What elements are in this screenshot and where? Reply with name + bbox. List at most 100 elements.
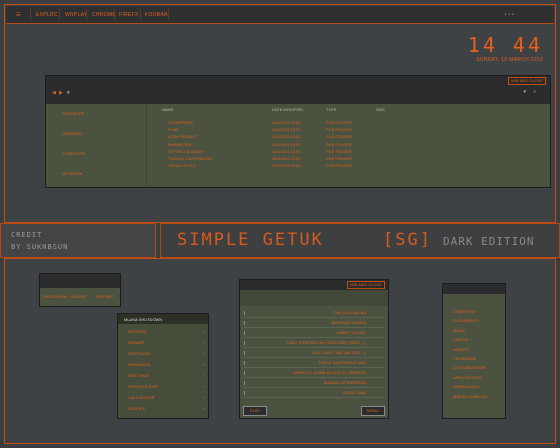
clock-date: SUNDAY, 10 MARCH 2013 <box>476 57 543 63</box>
start-menu-header: MLANA SHUTDOWN <box>118 314 208 324</box>
file-name[interactable]: SETTING BUILDER <box>168 149 204 154</box>
places-item[interactable]: COMPUTER <box>453 309 476 314</box>
places-item[interactable]: DOWNLOADS <box>453 384 479 389</box>
playlist-track[interactable]: ONLY POSITIVE ON YOUR SIDE (FEAT. ...) <box>287 340 366 345</box>
chevron-right-icon: › <box>202 362 204 367</box>
taskbar-item-explorer[interactable]: EXPLRC <box>36 12 58 18</box>
places-item[interactable]: DOCUMENTS <box>453 318 479 323</box>
power-window-titlebar <box>40 274 120 288</box>
restart-button[interactable]: RESTART <box>96 294 114 299</box>
file-type: FILE FOLDER <box>326 156 352 161</box>
file-type: FILE FOLDER <box>326 134 352 140</box>
nav-libraries[interactable]: LIBRARIES <box>62 131 83 136</box>
places-item[interactable]: VIDEOS <box>453 337 468 342</box>
file-date: 11/3/2013 12:51 <box>272 120 301 125</box>
track-marker-icon <box>244 331 245 335</box>
places-item[interactable]: MISCELLANEOUS <box>453 394 487 399</box>
playlist-track[interactable]: GOOD TIME <box>343 390 366 395</box>
column-date[interactable]: DATE MODIFIED <box>272 107 303 112</box>
start-menu-icon[interactable]: ☰ <box>16 12 21 18</box>
menu-button[interactable]: MENU <box>361 406 385 416</box>
taskbar-item-winamp[interactable]: WNPLAY <box>65 12 88 18</box>
explorer-titlebar: MIN MAX CLOSE ◀ ▶ ▾ ▾ ⌕ <box>46 76 550 104</box>
playlist-track[interactable]: THESE DAYS (RAVE MIX) <box>318 360 366 365</box>
chevron-right-icon: › <box>202 340 204 345</box>
shutdown-button[interactable]: SHUTDOWN <box>43 294 67 299</box>
start-menu-item[interactable]: PROCESS EXPL <box>128 384 159 389</box>
credit-panel: CREDIT BY SUKNBSUN <box>0 223 156 258</box>
nav-favorites[interactable]: FAVORITES <box>62 111 84 116</box>
file-name[interactable]: 7COMPRESS <box>168 120 193 125</box>
search-icon[interactable]: ⌕ <box>533 89 536 95</box>
places-item[interactable]: MUSIC <box>453 328 466 333</box>
playlist-separator <box>244 337 384 338</box>
taskbar-item-chrome[interactable]: CHROME <box>92 12 116 18</box>
play-button[interactable]: PLAY <box>243 406 267 416</box>
playlist-separator <box>244 377 384 378</box>
playlist-track[interactable]: THE CLIX (BLUE) <box>334 310 366 315</box>
file-type: FILE FOLDER <box>326 163 352 169</box>
playlist-track[interactable]: BIRTHDAY HAVEN <box>332 320 366 325</box>
playlist-track[interactable]: I WANT YA GIRL <box>336 330 366 335</box>
start-menu-item[interactable]: NOTEPAD <box>128 329 147 334</box>
file-date: 11/3/2013 12:51 <box>272 148 301 154</box>
credit-author: BY SUKNBSUN <box>11 243 69 251</box>
column-name[interactable]: NAME <box>162 107 174 112</box>
places-item[interactable]: APPLICATIONS <box>453 375 482 380</box>
playlist-track[interactable]: SUNDAY AFTERNOON <box>324 380 366 385</box>
playlist-separator <box>244 397 384 398</box>
file-type: FILE FOLDER <box>326 120 352 125</box>
track-marker-icon <box>244 381 245 385</box>
file-name[interactable]: VISUAL STYLE <box>168 163 196 168</box>
chevron-right-icon: › <box>202 384 204 389</box>
file-name[interactable]: FONT <box>168 127 179 132</box>
chevron-right-icon: › <box>202 373 204 378</box>
refresh-icon[interactable]: ▾ <box>523 89 526 95</box>
player-titlebar: MIN MAX CLOSE <box>240 280 388 290</box>
chevron-right-icon: › <box>202 406 204 411</box>
start-menu-item[interactable]: WINAMP <box>128 340 144 345</box>
chevron-right-icon: › <box>202 395 204 400</box>
places-item[interactable]: PROGRAMS <box>453 356 476 361</box>
places-item[interactable]: CUSTOMIZATION <box>453 365 486 370</box>
track-marker-icon <box>244 371 245 375</box>
taskbar-item-foobar[interactable]: FOOBAR <box>145 12 168 18</box>
file-type: FILE FOLDER <box>326 127 352 133</box>
nav-computer[interactable]: COMPUTER <box>62 151 85 156</box>
column-size[interactable]: SIZE <box>376 107 385 112</box>
file-name[interactable]: TOGGLE CUSTOMIZER <box>168 156 212 161</box>
taskbar-separator <box>168 9 169 20</box>
playlist-separator <box>244 317 384 318</box>
chevron-right-icon: › <box>202 329 204 334</box>
file-name[interactable]: RAINMETER <box>168 142 192 147</box>
start-menu-item[interactable]: IRFANVIEW <box>128 362 150 367</box>
taskbar-item-firefox[interactable]: FIREFX <box>119 12 139 18</box>
tray-dots[interactable]: • • • <box>504 12 514 18</box>
taskbar-separator <box>114 9 115 20</box>
start-menu-item[interactable]: UNDOCK <box>128 406 145 411</box>
back-icon[interactable]: ◀ <box>52 90 56 96</box>
file-date: 11/3/2013 12:51 <box>272 156 301 161</box>
playlist-separator <box>244 347 384 348</box>
playlist-track[interactable]: WHEN TO SHINE ACOUSTIC VERSION <box>293 370 366 375</box>
start-menu-item[interactable]: SKETCHER <box>128 351 150 356</box>
forward-icon[interactable]: ▶ <box>59 90 63 96</box>
chevron-right-icon: › <box>202 351 204 356</box>
places-item[interactable]: IMAGES <box>453 347 469 352</box>
player-caption-buttons[interactable]: MIN MAX CLOSE <box>347 281 385 289</box>
nav-network[interactable]: NETWORK <box>62 171 82 176</box>
player-toolbar <box>240 290 388 306</box>
start-menu-item[interactable]: CALCULATOR <box>128 395 155 400</box>
column-type[interactable]: TYPE <box>326 107 336 112</box>
start-menu-item[interactable]: SNIT SHOT <box>128 373 149 378</box>
credit-label: CREDIT <box>11 231 43 239</box>
window-caption-buttons[interactable]: MIN MAX CLOSE <box>508 77 546 85</box>
history-dropdown-icon[interactable]: ▾ <box>67 90 70 96</box>
file-name[interactable]: ICON PROJECT <box>168 134 198 139</box>
logoff-button[interactable]: LOGOFF <box>70 294 86 299</box>
track-marker-icon <box>244 391 245 395</box>
file-date: 11/3/2013 12:51 <box>272 141 301 147</box>
playlist-track[interactable]: JUST LIKE THAT (ACTIVE ...) <box>313 350 367 355</box>
file-type: FILE FOLDER <box>326 148 352 154</box>
clock-time: 14 44 <box>467 33 543 57</box>
